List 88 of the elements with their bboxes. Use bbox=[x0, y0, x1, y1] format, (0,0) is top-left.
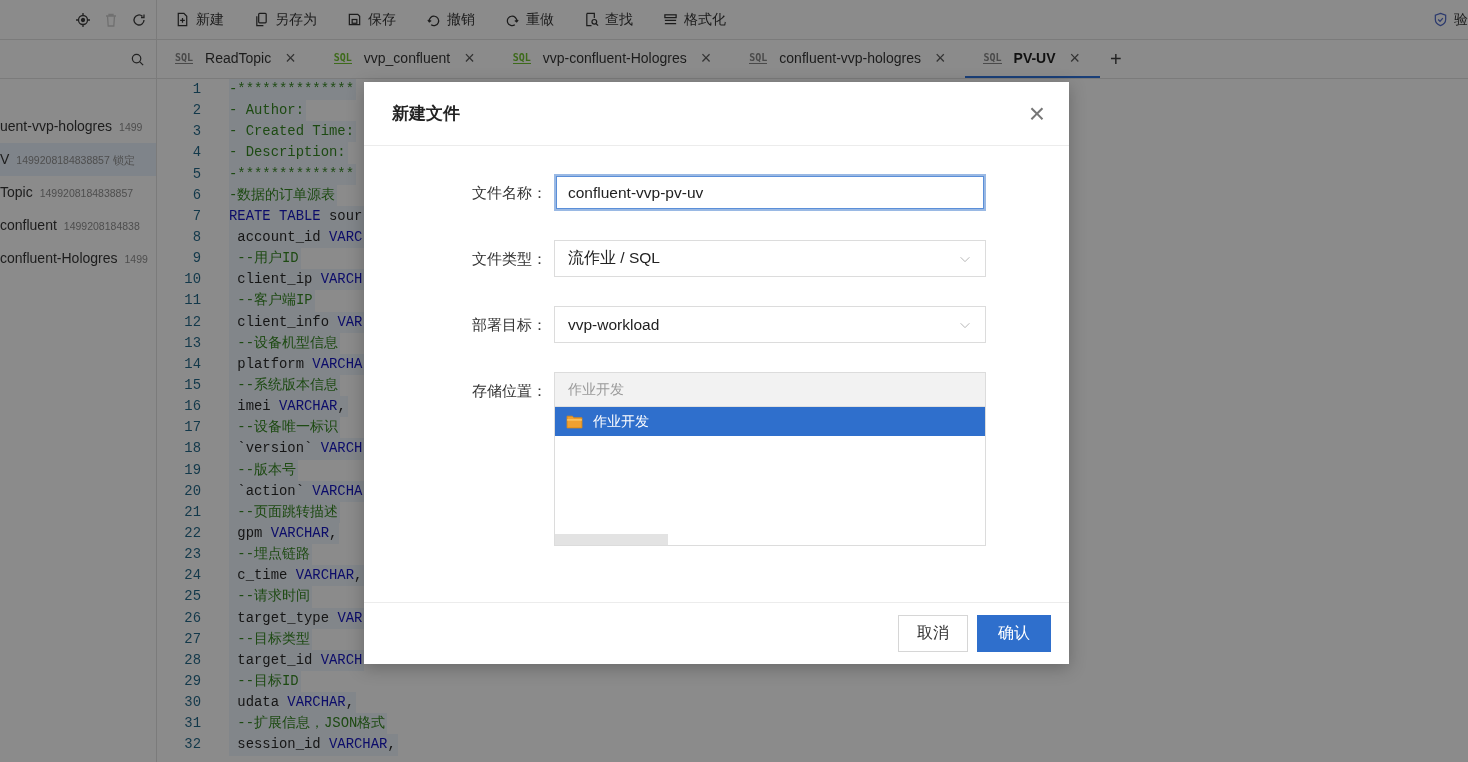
toolbar-button[interactable]: 重做 bbox=[505, 10, 554, 29]
line-number: 14 bbox=[183, 354, 202, 374]
line-number: 3 bbox=[191, 122, 202, 142]
close-tab-button[interactable]: × bbox=[934, 47, 946, 69]
toolbar-button[interactable]: 另存为 bbox=[254, 10, 317, 29]
line-number: 13 bbox=[183, 333, 202, 353]
format-icon bbox=[663, 12, 678, 27]
line-number: 5 bbox=[191, 164, 202, 184]
search-icon[interactable] bbox=[130, 51, 145, 67]
verify-link[interactable]: 验 bbox=[1454, 10, 1468, 29]
file-tab[interactable]: SQL vvp_confluent × bbox=[315, 40, 495, 78]
file-tab[interactable]: SQL PV-UV × bbox=[965, 40, 1101, 78]
file-list-item[interactable]: confluent-Hologres 1499 bbox=[0, 242, 156, 275]
copy-icon bbox=[254, 12, 269, 27]
line-number: 17 bbox=[183, 418, 202, 438]
line-number: 24 bbox=[183, 566, 202, 586]
line-number: 8 bbox=[191, 228, 202, 247]
file-id: 1499 bbox=[119, 120, 143, 135]
file-tab[interactable]: SQL vvp-confluent-Hologres × bbox=[494, 40, 732, 78]
line-number: 26 bbox=[183, 608, 202, 628]
sql-badge: SQL bbox=[512, 52, 531, 64]
close-tab-button[interactable]: × bbox=[1069, 47, 1081, 69]
folder-icon bbox=[566, 413, 583, 430]
line-number: 29 bbox=[183, 671, 202, 691]
dropdown-field[interactable]: vvp-workload bbox=[554, 306, 986, 343]
line-number: 10 bbox=[183, 270, 202, 290]
line-number: 30 bbox=[183, 693, 202, 713]
file-list-item[interactable]: Topic 1499208184838857 bbox=[0, 176, 156, 209]
line-number: 11 bbox=[183, 291, 202, 311]
line-number: 9 bbox=[191, 249, 202, 269]
field-label: 文件类型： bbox=[471, 249, 547, 269]
field-label: 部署目标： bbox=[471, 315, 547, 335]
line-number: 18 bbox=[183, 439, 202, 459]
line-number: 32 bbox=[183, 735, 202, 755]
close-button[interactable]: × bbox=[1028, 97, 1045, 130]
line-number: 6 bbox=[191, 185, 202, 205]
new-file-icon bbox=[175, 12, 190, 27]
line-number: 21 bbox=[183, 502, 202, 522]
toolbar-button[interactable]: 查找 bbox=[584, 10, 633, 29]
file-list-item[interactable]: uent-vvp-hologres 1499 bbox=[0, 110, 156, 143]
line-number: 2 bbox=[191, 101, 202, 121]
file-id: 1499208184838 bbox=[63, 219, 140, 234]
dropdown-field[interactable]: 流作业 / SQL bbox=[554, 240, 986, 277]
line-number: 1 bbox=[191, 80, 202, 99]
file-id: 1499 bbox=[124, 252, 148, 267]
shield-icon[interactable] bbox=[1433, 12, 1448, 27]
line-number: 23 bbox=[183, 545, 202, 565]
field-label: 文件名称： bbox=[471, 183, 547, 203]
sql-badge: SQL bbox=[983, 52, 1002, 64]
sql-badge: SQL bbox=[175, 52, 194, 64]
line-number: 7 bbox=[191, 206, 202, 226]
tree-item[interactable]: 作业开发 bbox=[555, 407, 985, 436]
cancel-button[interactable]: 取消 bbox=[898, 615, 968, 652]
line-number: 22 bbox=[183, 523, 202, 543]
field-label: 存储位置： bbox=[471, 381, 547, 401]
sql-badge: SQL bbox=[333, 52, 352, 64]
close-tab-button[interactable]: × bbox=[285, 47, 296, 69]
file-tab[interactable]: SQL ReadTopic × bbox=[157, 40, 316, 78]
line-number: 19 bbox=[183, 460, 202, 480]
file-tab[interactable]: SQL confluent-vvp-hologres × bbox=[731, 40, 966, 78]
close-tab-button[interactable]: × bbox=[464, 47, 475, 69]
toolbar-button[interactable]: 撤销 bbox=[426, 10, 475, 29]
line-number: 12 bbox=[183, 312, 202, 332]
dialog-title: 新建文件 bbox=[392, 103, 460, 125]
line-number: 15 bbox=[183, 375, 202, 395]
close-tab-button[interactable]: × bbox=[700, 47, 712, 69]
find-icon bbox=[584, 12, 599, 27]
save-icon bbox=[347, 12, 362, 27]
scrollbar-thumb[interactable] bbox=[555, 534, 668, 545]
confirm-button[interactable]: 确认 bbox=[977, 615, 1051, 652]
line-number: 4 bbox=[191, 143, 202, 163]
toolbar-button[interactable]: 格式化 bbox=[663, 10, 726, 29]
name-input-field[interactable]: confluent-vvp-pv-uv bbox=[554, 174, 986, 211]
toolbar-button[interactable]: 新建 bbox=[175, 10, 224, 29]
file-list-item[interactable]: confluent 1499208184838 bbox=[0, 209, 156, 242]
location-path-field: 作业开发 bbox=[555, 373, 985, 407]
toolbar-button[interactable]: 保存 bbox=[347, 10, 396, 29]
locate-icon[interactable] bbox=[75, 11, 91, 28]
line-number: 16 bbox=[183, 397, 202, 417]
line-number: 20 bbox=[183, 481, 202, 501]
line-number: 25 bbox=[183, 587, 202, 607]
file-id: 1499208184838857 bbox=[39, 186, 134, 201]
line-number: 31 bbox=[183, 714, 202, 734]
line-number: 28 bbox=[183, 650, 202, 670]
sql-badge: SQL bbox=[749, 52, 768, 64]
refresh-icon[interactable] bbox=[131, 11, 147, 28]
add-tab-button[interactable]: + bbox=[1100, 40, 1132, 78]
line-number: 27 bbox=[183, 629, 202, 649]
